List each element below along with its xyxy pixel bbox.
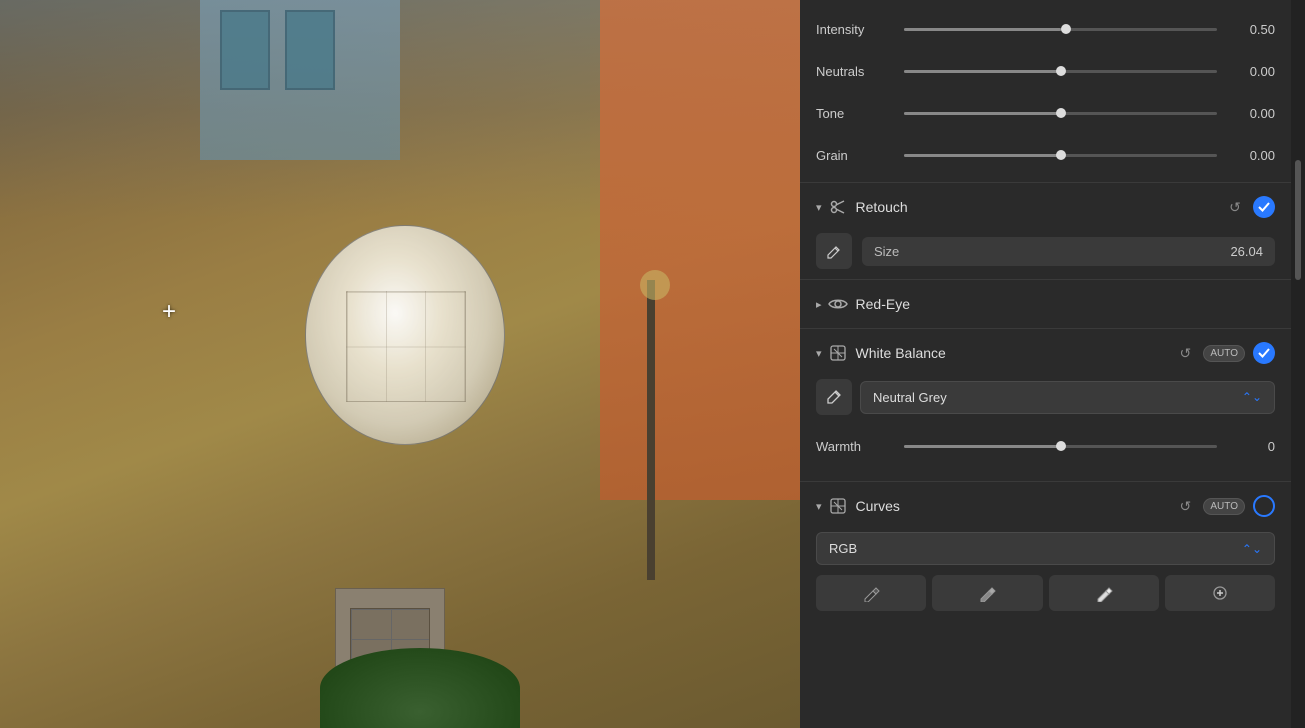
wb-actions: ↺ AUTO — [1175, 342, 1275, 364]
red-eye-title: Red-Eye — [856, 296, 1275, 312]
tone-label: Tone — [816, 106, 896, 121]
retouch-title: Retouch — [856, 199, 1225, 215]
warmth-slider[interactable] — [904, 445, 1217, 448]
wb-neutral-grey-dropdown[interactable]: Neutral Grey ⌃⌄ — [860, 381, 1275, 414]
intensity-label: Intensity — [816, 22, 896, 37]
neutrals-label: Neutrals — [816, 64, 896, 79]
crosshair-cursor: + — [162, 300, 176, 324]
scrollbar-track[interactable] — [1291, 0, 1305, 728]
wb-dropdown-row: Neutral Grey ⌃⌄ — [816, 379, 1275, 415]
intensity-fill — [904, 28, 1061, 31]
wb-title: White Balance — [856, 345, 1176, 361]
neutrals-value: 0.00 — [1225, 64, 1275, 79]
retouch-size-value: 26.04 — [1230, 244, 1263, 259]
wb-auto-badge[interactable]: AUTO — [1203, 345, 1245, 362]
panel-scroll-content[interactable]: Intensity 0.50 Neutrals — [800, 0, 1291, 728]
curves-actions: ↺ AUTO — [1175, 495, 1275, 517]
grain-value: 0.00 — [1225, 148, 1275, 163]
retouch-reset-btn[interactable]: ↺ — [1225, 197, 1245, 217]
wb-reset-btn[interactable]: ↺ — [1175, 343, 1195, 363]
retouch-actions: ↺ — [1225, 196, 1275, 218]
photo-canvas: + — [0, 0, 800, 728]
retouch-tool-pencil-btn[interactable] — [816, 233, 852, 269]
wb-content: Neutral Grey ⌃⌄ Warmth 0 — [800, 375, 1291, 479]
divider-4 — [800, 481, 1291, 482]
tone-value: 0.00 — [1225, 106, 1275, 121]
tone-track — [904, 112, 1217, 115]
tone-slider[interactable] — [904, 112, 1217, 115]
neutrals-fill — [904, 70, 1061, 73]
scrollbar-thumb[interactable] — [1295, 160, 1301, 280]
intensity-track — [904, 28, 1217, 31]
neutrals-thumb[interactable] — [1056, 66, 1066, 76]
divider-3 — [800, 328, 1291, 329]
warmth-track — [904, 445, 1217, 448]
intensity-slider[interactable] — [904, 28, 1217, 31]
white-balance-section-header[interactable]: ▾ White Balance ↺ AUTO — [800, 331, 1291, 375]
grain-label: Grain — [816, 148, 896, 163]
curves-reset-btn[interactable]: ↺ — [1175, 496, 1195, 516]
curves-content: RGB ⌃⌄ — [800, 528, 1291, 623]
curves-dropdown-arrow-icon: ⌃⌄ — [1242, 542, 1262, 556]
curves-light-point-btn[interactable] — [1049, 575, 1159, 611]
retouch-size-box[interactable]: Size 26.04 — [862, 237, 1275, 266]
wb-chevron: ▾ — [816, 347, 822, 360]
wb-icon — [828, 343, 848, 363]
intensity-thumb[interactable] — [1061, 24, 1071, 34]
neutrals-track — [904, 70, 1217, 73]
curves-dropdown-label: RGB — [829, 541, 857, 556]
grain-row: Grain 0.00 — [800, 134, 1291, 176]
grain-slider[interactable] — [904, 154, 1217, 157]
wb-check-circle[interactable] — [1253, 342, 1275, 364]
wb-dropdown-arrow-icon: ⌃⌄ — [1242, 390, 1262, 404]
retouch-icon — [828, 197, 848, 217]
warmth-thumb[interactable] — [1056, 441, 1066, 451]
neutrals-slider[interactable] — [904, 70, 1217, 73]
retouch-overlay-circle[interactable] — [305, 225, 505, 445]
curves-add-point-btn[interactable] — [1165, 575, 1275, 611]
retouch-chevron: ▾ — [816, 201, 822, 214]
warmth-label: Warmth — [816, 439, 896, 454]
grain-fill — [904, 154, 1061, 157]
curves-icon — [828, 496, 848, 516]
curves-dropdown-row: RGB ⌃⌄ — [816, 532, 1275, 565]
retouch-tool-row: Size 26.04 — [816, 233, 1275, 269]
warmth-value: 0 — [1225, 439, 1275, 454]
sliders-section: Intensity 0.50 Neutrals — [800, 0, 1291, 180]
curves-dark-point-btn[interactable] — [816, 575, 926, 611]
curves-section-header[interactable]: ▾ Curves ↺ AUTO — [800, 484, 1291, 528]
neutrals-row: Neutrals 0.00 — [800, 50, 1291, 92]
tone-thumb[interactable] — [1056, 108, 1066, 118]
intensity-value: 0.50 — [1225, 22, 1275, 37]
divider-1 — [800, 182, 1291, 183]
red-eye-chevron: ▸ — [816, 298, 822, 311]
retouch-section-header[interactable]: ▾ Retouch ↺ — [800, 185, 1291, 229]
wb-eyedropper-btn[interactable] — [816, 379, 852, 415]
curves-auto-badge[interactable]: AUTO — [1203, 498, 1245, 515]
curves-chevron: ▾ — [816, 500, 822, 513]
warmth-fill — [904, 445, 1061, 448]
red-eye-icon — [828, 294, 848, 314]
red-eye-section-header[interactable]: ▸ Red-Eye — [800, 282, 1291, 326]
right-panel: Intensity 0.50 Neutrals — [800, 0, 1305, 728]
curves-check-outline[interactable] — [1253, 495, 1275, 517]
curves-mid-point-btn[interactable] — [932, 575, 1042, 611]
tone-fill — [904, 112, 1061, 115]
divider-2 — [800, 279, 1291, 280]
intensity-row: Intensity 0.50 — [800, 8, 1291, 50]
grain-thumb[interactable] — [1056, 150, 1066, 160]
retouch-size-label: Size — [874, 244, 899, 259]
tone-row: Tone 0.00 — [800, 92, 1291, 134]
curves-toolbar — [816, 575, 1275, 611]
curves-title: Curves — [856, 498, 1176, 514]
retouch-content: Size 26.04 — [800, 229, 1291, 277]
grain-track — [904, 154, 1217, 157]
curves-rgb-dropdown[interactable]: RGB ⌃⌄ — [816, 532, 1275, 565]
retouch-check-circle[interactable] — [1253, 196, 1275, 218]
warmth-row: Warmth 0 — [816, 425, 1275, 467]
wb-dropdown-label: Neutral Grey — [873, 390, 947, 405]
